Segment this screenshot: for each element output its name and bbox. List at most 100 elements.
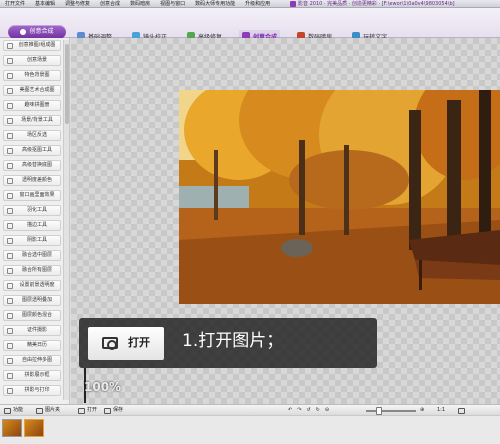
menu-item-master[interactable]: 数码大师专用功能 (190, 0, 240, 8)
zoom-slider-handle[interactable] (376, 406, 382, 415)
merge-icon (7, 253, 13, 259)
sidebar-item-feather[interactable]: 羽化工具 (3, 205, 61, 216)
sidebar-item-fun-puzzle[interactable]: 趣味拼图册 (3, 100, 61, 111)
tutorial-callout: 打开 1.打开图片； (79, 318, 377, 368)
menu-item-file[interactable]: 打开文件 (0, 0, 30, 8)
sidebar-item-creative-frames[interactable]: 创意推图/组成图 (3, 40, 61, 51)
sidebar-item-merge-all[interactable]: 融合所有图层 (3, 265, 61, 276)
layer-icon (7, 298, 13, 304)
sidebar-item-showcase[interactable]: 拼影展示框 (3, 370, 61, 381)
background-icon (7, 73, 13, 79)
tool-icon (7, 118, 13, 124)
selection-icon (7, 133, 13, 139)
main-tab-label: 创意合成 (29, 28, 54, 35)
stretch-icon (7, 358, 13, 364)
transparency-icon (7, 178, 13, 184)
fit-window-icon (458, 407, 465, 414)
menu-item-upgrade[interactable]: 升级和应用 (240, 0, 275, 8)
sidebar-item-backgrounds[interactable]: 特色背景图 (3, 70, 61, 81)
callout-open-label: 打开 (128, 336, 150, 349)
menu-item-darkroom[interactable]: 数码暗房 (125, 0, 155, 8)
menu-item-compose[interactable]: 创意合成 (95, 0, 125, 8)
sidebar-item-label: 羽化工具 (26, 207, 47, 213)
sidebar-item-label: 拼影与打印 (24, 387, 50, 393)
replace-icon (7, 163, 13, 169)
zoom-slider-track (366, 406, 416, 415)
thumbnail-item-selected[interactable] (24, 419, 44, 437)
sidebar-item-replace-base[interactable]: 高级替换底图 (3, 160, 61, 171)
menu-item-view[interactable]: 视图与窗口 (155, 0, 190, 8)
sidebar-item-label: 特色背景图 (24, 72, 50, 78)
menu-item-adjust[interactable]: 调整与修复 (60, 0, 95, 8)
sidebar-item-label: 设置前景透明度 (19, 282, 55, 288)
thumbnail-item[interactable] (2, 419, 22, 437)
thumbnail-filmstrip (0, 415, 500, 444)
scene-icon (7, 58, 13, 64)
menu-item-edit[interactable]: 基本编辑 (30, 0, 60, 8)
app-title-text: 影音 2010 · 完美品质 · 创造更精彩 · [F:\ewor\1\0a0v… (298, 1, 455, 7)
sidebar-item-layer-blend[interactable]: 图层颜色混合 (3, 310, 61, 321)
sidebar-item-stroke[interactable]: 描边工具 (3, 220, 61, 231)
sidebar-item-label: 创意场景 (26, 57, 47, 63)
sidebar-item-layer-overlay[interactable]: 图层透明叠加 (3, 295, 61, 306)
menu-bar: 打开文件 基本编辑 调整与修复 创意合成 数码暗房 视图与窗口 数码大师专用功能… (0, 0, 275, 8)
sidebar-item-scenes[interactable]: 创意场景 (3, 55, 61, 66)
scrollbar-thumb[interactable] (65, 44, 69, 124)
folder-icon (36, 407, 43, 414)
main-tab-compose[interactable]: 创意合成 (8, 25, 66, 39)
sidebar-item-stretch[interactable]: 自由拉伸多图 (3, 355, 61, 366)
sidebar-item-art-compose[interactable]: 美图艺术合成图 (3, 85, 61, 96)
sidebar-item-transparency[interactable]: 透明度差颜色 (3, 175, 61, 186)
sidebar-scrollbar[interactable] (63, 40, 69, 400)
cutout-icon (7, 148, 13, 154)
left-sidebar: 创意推图/组成图 创意场景 特色背景图 美图艺术合成图 趣味拼图册 场景/背景工… (0, 38, 70, 404)
sidebar-item-id-photo[interactable]: 证件摄影 (3, 325, 61, 336)
sidebar-item-label: 场景/背景工具 (21, 117, 53, 123)
sidebar-item-label: 证件摄影 (26, 327, 47, 333)
title-bar: 打开文件 基本编辑 调整与修复 创意合成 数码暗房 视图与窗口 数码大师专用功能… (0, 0, 500, 8)
sidebar-item-label: 自由拉伸多图 (21, 357, 52, 363)
sidebar-item-calendar[interactable]: 精美日历 (3, 340, 61, 351)
sidebar-item-label: 阴影工具 (26, 237, 47, 243)
bottom-toolbar: 功能 图片夹 打开 保存 ↶ ↷ ↺ ↻ ⊖ ⊕ 1:1 (0, 404, 500, 415)
sidebar-item-label: 描边工具 (26, 222, 47, 228)
sidebar-item-label: 图层颜色混合 (21, 312, 52, 318)
sidebar-item-label: 精美日历 (26, 342, 47, 348)
camera-icon (78, 407, 85, 414)
shadow-icon (7, 238, 13, 244)
sidebar-item-scene-tools[interactable]: 场景/背景工具 (3, 115, 61, 126)
sidebar-item-label: 高级替换底图 (21, 162, 52, 168)
sidebar-item-print[interactable]: 拼影与打印 (3, 385, 61, 396)
showcase-icon (7, 373, 13, 379)
zoom-level-display: 100% (84, 380, 122, 394)
save-icon (104, 407, 111, 414)
stroke-icon (7, 223, 13, 229)
sidebar-item-merge-selected[interactable]: 融合选中图层 (3, 250, 61, 261)
sidebar-item-shadow[interactable]: 阴影工具 (3, 235, 61, 246)
main-toolbar: 创意合成 基础调整 镜头校正 高级修复 创意合成 数码暗房 玩转文字 (0, 8, 500, 42)
sidebar-item-label: 融合所有图层 (21, 267, 52, 273)
app-logo-icon (290, 0, 296, 7)
sidebar-item-invert-selection[interactable]: 场区反选 (3, 130, 61, 141)
id-photo-icon (7, 328, 13, 334)
sidebar-item-label: 场区反选 (26, 132, 47, 138)
app-title: 影音 2010 · 完美品质 · 创造更精彩 · [F:\ewor\1\0a0v… (290, 0, 455, 8)
sidebar-item-foreground-opacity[interactable]: 设置前景透明度 (3, 280, 61, 291)
puzzle-icon (7, 103, 13, 109)
sidebar-item-label: 创意推图/组成图 (18, 42, 56, 48)
sidebar-item-label: 透明度差颜色 (21, 177, 52, 183)
window-icon (7, 193, 13, 199)
print-icon (7, 388, 13, 394)
frame-icon (7, 43, 13, 49)
feather-icon (7, 208, 13, 214)
compose-tab-icon (20, 28, 27, 35)
sidebar-item-label: 趣味拼图册 (24, 102, 50, 108)
sidebar-item-label: 图层透明叠加 (21, 297, 52, 303)
callout-step-text: 1.打开图片； (182, 331, 284, 351)
sidebar-item-window-effect[interactable]: 窗口画里面效果 (3, 190, 61, 201)
blend-icon (7, 313, 13, 319)
sidebar-item-label: 融合选中图层 (21, 252, 52, 258)
autumn-photo-drawing (179, 90, 500, 304)
sidebar-item-cutout-tool[interactable]: 高级抠图工具 (3, 145, 61, 156)
sidebar-item-label: 拼影展示框 (24, 372, 50, 378)
